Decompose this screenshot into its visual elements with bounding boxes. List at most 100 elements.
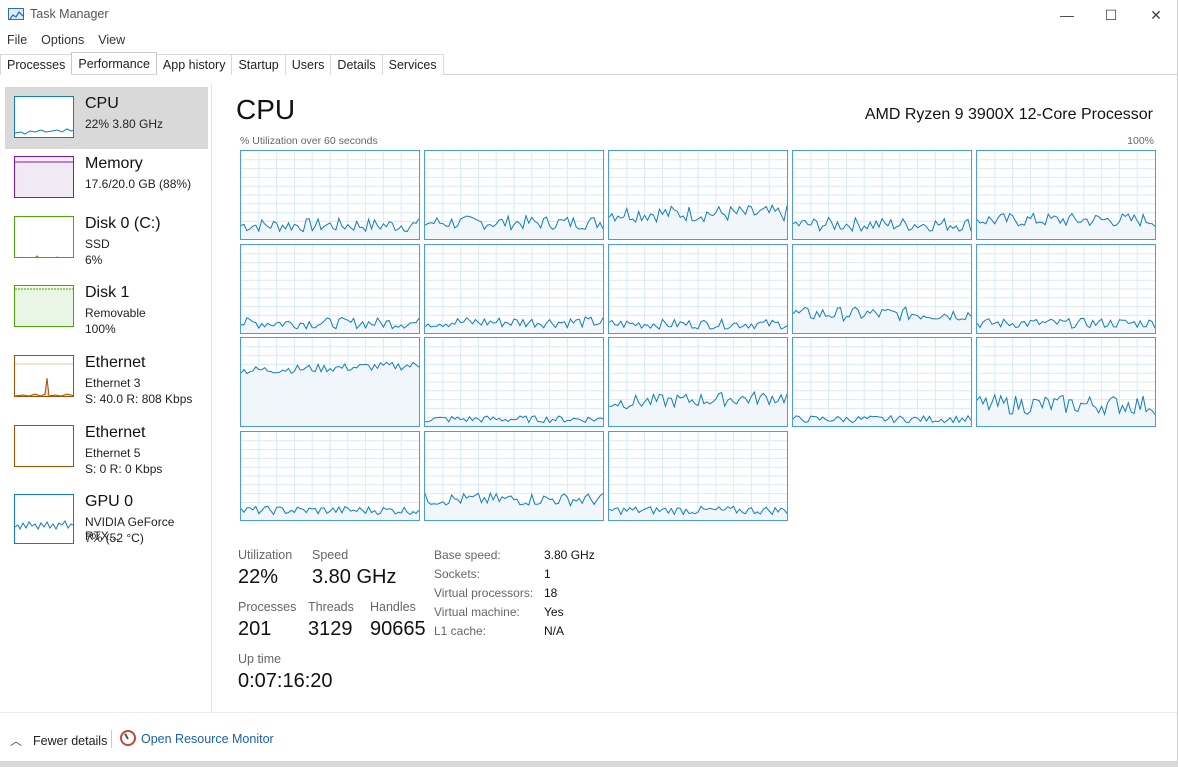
sidebar-item-title: Disk 0 (C:) [85,215,161,232]
sidebar-item-cpu[interactable]: CPU 22% 3.80 GHz [5,87,208,149]
core-graph [424,150,604,240]
virtual-machine-value: Yes [544,605,564,619]
close-button[interactable]: ✕ [1133,0,1178,30]
core-graph [424,243,604,334]
speed-value: 3.80 GHz [312,566,397,588]
sidebar-item-gpu-0[interactable]: GPU 0 NVIDIA GeForce RTX... 7% (52 °C) [5,485,208,547]
menu-file[interactable]: File [0,30,34,50]
tab-processes[interactable]: Processes [0,54,73,75]
cpu-thumbnail [14,96,74,138]
resource-monitor-icon [120,730,136,746]
resource-sidebar: CPU 22% 3.80 GHz Memory 17.6/20.0 GB (88… [0,84,212,712]
threads-value: 3129 [308,618,353,640]
sidebar-item-detail: Removable [85,306,146,320]
ethernet-thumbnail [14,355,74,397]
processor-name: AMD Ryzen 9 3900X 12-Core Processor [864,106,1153,123]
core-graph [240,150,420,240]
handles-label: Handles [370,600,416,614]
sidebar-item-detail: S: 40.0 R: 808 Kbps [85,392,193,406]
sidebar-item-detail: 22% 3.80 GHz [85,117,164,131]
sidebar-item-detail: 100% [85,322,116,336]
virtual-processors-key: Virtual processors: [434,586,534,600]
sidebar-item-detail: Ethernet 3 [85,376,141,390]
core-graph [976,337,1156,427]
utilization-value: 22% [238,566,279,588]
processes-label: Processes [238,600,297,614]
task-manager-window: Task Manager — ☐ ✕ File Options View Pro… [0,0,1178,762]
l1-cache-value: N/A [544,624,565,638]
base-speed-value: 3.80 GHz [544,548,595,562]
utilization-label: Utilization [238,548,293,562]
menu-view[interactable]: View [91,30,132,50]
core-graph [240,430,420,521]
core-graph [424,430,604,521]
page-title: CPU [236,94,296,125]
tab-strip: Processes Performance App history Startu… [0,52,1177,75]
sidebar-item-title: GPU 0 [85,493,134,510]
chevron-up-icon: ︿ [10,734,23,748]
core-graph [792,243,972,334]
sidebar-item-ethernet-3[interactable]: Ethernet Ethernet 3 S: 40.0 R: 808 Kbps [5,346,208,408]
uptime-value: 0:07:16:20 [238,670,333,692]
core-graph [608,430,788,521]
tab-performance[interactable]: Performance [71,52,157,74]
minimize-button[interactable]: — [1044,0,1090,30]
sidebar-item-title: Memory [85,155,143,172]
footer-divider [111,730,112,748]
core-graph [240,243,420,334]
core-graph [608,337,788,427]
menu-options[interactable]: Options [34,30,91,50]
processes-value: 201 [238,618,272,640]
tab-details[interactable]: Details [330,54,383,75]
window-title: Task Manager [30,7,109,21]
title-bar: Task Manager — ☐ ✕ [0,0,1177,30]
base-speed-key: Base speed: [434,548,501,562]
sockets-key: Sockets: [434,567,481,581]
maximize-button[interactable]: ☐ [1088,0,1134,30]
l1-cache-key: L1 cache: [434,624,487,638]
tab-services[interactable]: Services [381,54,444,75]
window-bottom-edge [0,762,1178,767]
virtual-processors-value: 18 [544,586,558,600]
menu-bar: File Options View [0,30,132,50]
utilization-caption: % Utilization over 60 seconds [240,135,378,147]
gpu-thumbnail [14,494,74,544]
sidebar-item-memory[interactable]: Memory 17.6/20.0 GB (88%) [5,147,208,209]
task-manager-app-icon [8,8,24,20]
sidebar-item-detail: 17.6/20.0 GB (88%) [85,177,192,191]
open-resource-monitor-link[interactable]: Open Resource Monitor [141,732,274,746]
sidebar-item-ethernet-5[interactable]: Ethernet Ethernet 5 S: 0 R: 0 Kbps [5,416,208,478]
core-graph [608,243,788,334]
virtual-machine-key: Virtual machine: [434,605,520,619]
core-graph [424,337,604,427]
core-graph [792,150,972,240]
sidebar-item-detail: 6% [85,253,103,267]
sidebar-item-title: Ethernet [85,354,146,371]
core-graph [608,150,788,240]
sidebar-item-detail: Ethernet 5 [85,446,141,460]
footer-bar: ︿ Fewer details Open Resource Monitor [0,712,1177,762]
sockets-value: 1 [544,567,551,581]
core-graph [240,337,420,427]
sidebar-item-title: CPU [85,95,119,112]
disk-thumbnail [14,216,74,258]
threads-label: Threads [308,600,354,614]
core-graph [976,243,1156,334]
tab-app-history[interactable]: App history [155,54,233,75]
tab-users[interactable]: Users [284,54,332,75]
sidebar-item-disk-1[interactable]: Disk 1 Removable 100% [5,276,208,338]
fewer-details-label: Fewer details [33,733,108,748]
core-graph [792,337,972,427]
fewer-details-button[interactable]: ︿ Fewer details [10,732,107,749]
uptime-label: Up time [238,652,282,666]
utilization-max-label: 100% [1127,135,1154,147]
memory-thumbnail [14,156,74,198]
core-graph [976,150,1156,240]
handles-value: 90665 [370,618,426,640]
sidebar-item-title: Disk 1 [85,284,130,301]
speed-label: Speed [312,548,349,562]
disk-thumbnail [14,285,74,327]
tab-startup[interactable]: Startup [231,54,286,75]
sidebar-item-detail: 7% (52 °C) [85,531,144,545]
sidebar-item-disk-0[interactable]: Disk 0 (C:) SSD 6% [5,207,208,269]
